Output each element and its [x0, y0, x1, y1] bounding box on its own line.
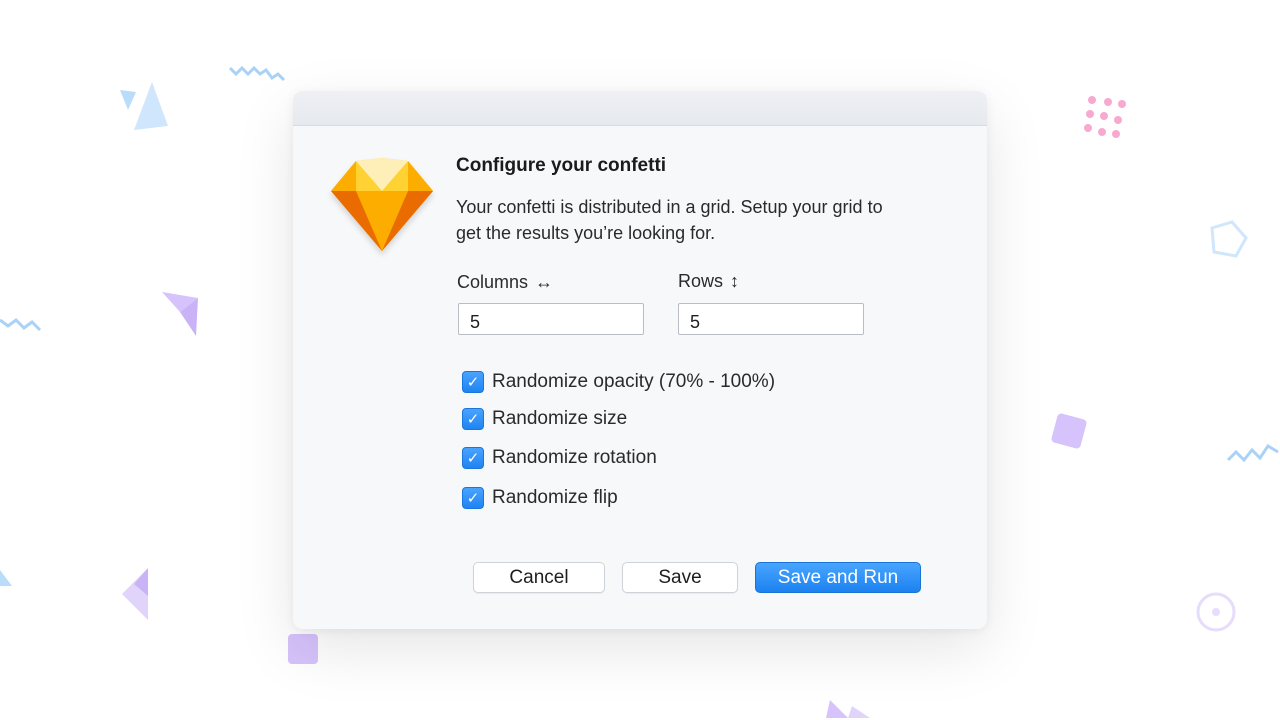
option-label: Randomize opacity (70% - 100%)	[492, 371, 776, 392]
checkbox-checked-icon[interactable]: ✓	[462, 447, 484, 469]
checkbox-checked-icon[interactable]: ✓	[462, 371, 484, 393]
checkbox-checked-icon[interactable]: ✓	[462, 408, 484, 430]
dialog-titlebar	[293, 91, 987, 126]
horizontal-arrow-icon: ↔	[535, 272, 554, 292]
columns-label-text: Columns	[457, 272, 529, 292]
columns-label: Columns ↔	[457, 272, 553, 293]
option-label: Randomize rotation	[492, 447, 657, 468]
dialog-description: Your confetti is distributed in a grid. …	[456, 197, 883, 243]
option-randomize-size[interactable]: ✓ Randomize size	[462, 407, 627, 431]
confetti-dialog: Configure your confetti Your confetti is…	[293, 91, 987, 629]
option-randomize-rotation[interactable]: ✓ Randomize rotation	[462, 446, 657, 470]
option-randomize-opacity[interactable]: ✓ Randomize opacity (70% - 100%)	[462, 370, 775, 394]
rows-label: Rows ↕	[678, 271, 739, 292]
rows-label-text: Rows	[678, 271, 724, 291]
sketch-diamond-icon	[331, 158, 433, 251]
cancel-button[interactable]: Cancel	[473, 562, 605, 593]
rows-input[interactable]: 5	[678, 303, 864, 335]
columns-input[interactable]: 5	[458, 303, 644, 335]
option-label: Randomize flip	[492, 487, 618, 508]
dialog-title: Configure your confetti	[456, 155, 667, 176]
option-randomize-flip[interactable]: ✓ Randomize flip	[462, 486, 618, 510]
save-and-run-button[interactable]: Save and Run	[755, 562, 921, 593]
save-button[interactable]: Save	[622, 562, 738, 593]
option-label: Randomize size	[492, 408, 628, 429]
checkbox-checked-icon[interactable]: ✓	[462, 487, 484, 509]
vertical-arrow-icon: ↕	[730, 271, 740, 291]
